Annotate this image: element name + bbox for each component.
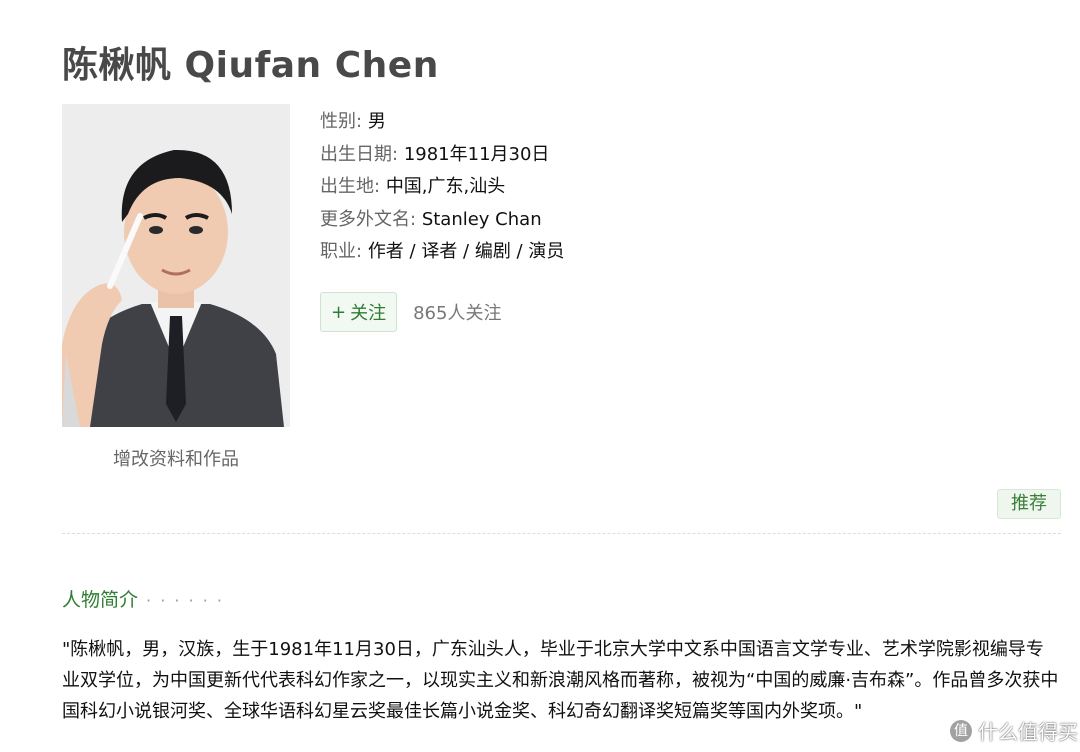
info-row-gender: 性别: 男 [320,108,564,141]
info-value: 1981年11月30日 [403,143,550,165]
section-title: 人物简介 · · · · · · [62,585,224,612]
section-dots: · · · · · · [146,591,224,610]
info-key: 更多外文名: [320,208,417,230]
divider [62,533,1061,534]
info-key: 出生日期: [320,143,399,165]
portrait-illustration [62,104,290,427]
recommend-button[interactable]: 推荐 [997,489,1061,519]
follow-button-label: 关注 [350,303,387,324]
info-row-birthdate: 出生日期: 1981年11月30日 [320,141,564,174]
info-row-occupation: 职业: 作者 / 译者 / 编剧 / 演员 [320,238,564,271]
page-title: 陈楸帆 Qiufan Chen [62,45,439,86]
edit-profile-link[interactable]: 增改资料和作品 [62,445,290,471]
plus-icon: + [331,301,347,323]
info-key: 出生地: [320,176,381,197]
follow-area: + 关注 865人关注 [320,292,501,332]
info-value: 男 [367,111,386,132]
follow-button[interactable]: + 关注 [320,292,398,332]
info-value: Stanley Chan [421,208,542,230]
biography-text: "陈楸帆，男，汉族，生于1981年11月30日，广东汕头人，毕业于北京大学中文系… [62,639,1059,722]
info-row-birthplace: 出生地: 中国,广东,汕头 [320,173,564,206]
watermark: 值 什么值得买 [950,716,1078,745]
info-row-foreign-name: 更多外文名: Stanley Chan [320,206,564,239]
profile-info: 性别: 男 出生日期: 1981年11月30日 出生地: 中国,广东,汕头 更多… [320,108,564,271]
portrait-photo[interactable] [62,104,290,427]
section-title-text: 人物简介 [62,589,139,611]
watermark-logo-icon: 值 [950,719,972,742]
info-key: 性别: [320,111,363,132]
info-value: 作者 / 译者 / 编剧 / 演员 [367,241,565,262]
follower-count: 865人关注 [413,303,502,324]
watermark-text: 什么值得买 [978,720,1078,744]
info-key: 职业: [320,241,363,262]
info-value: 中国,广东,汕头 [385,176,506,197]
